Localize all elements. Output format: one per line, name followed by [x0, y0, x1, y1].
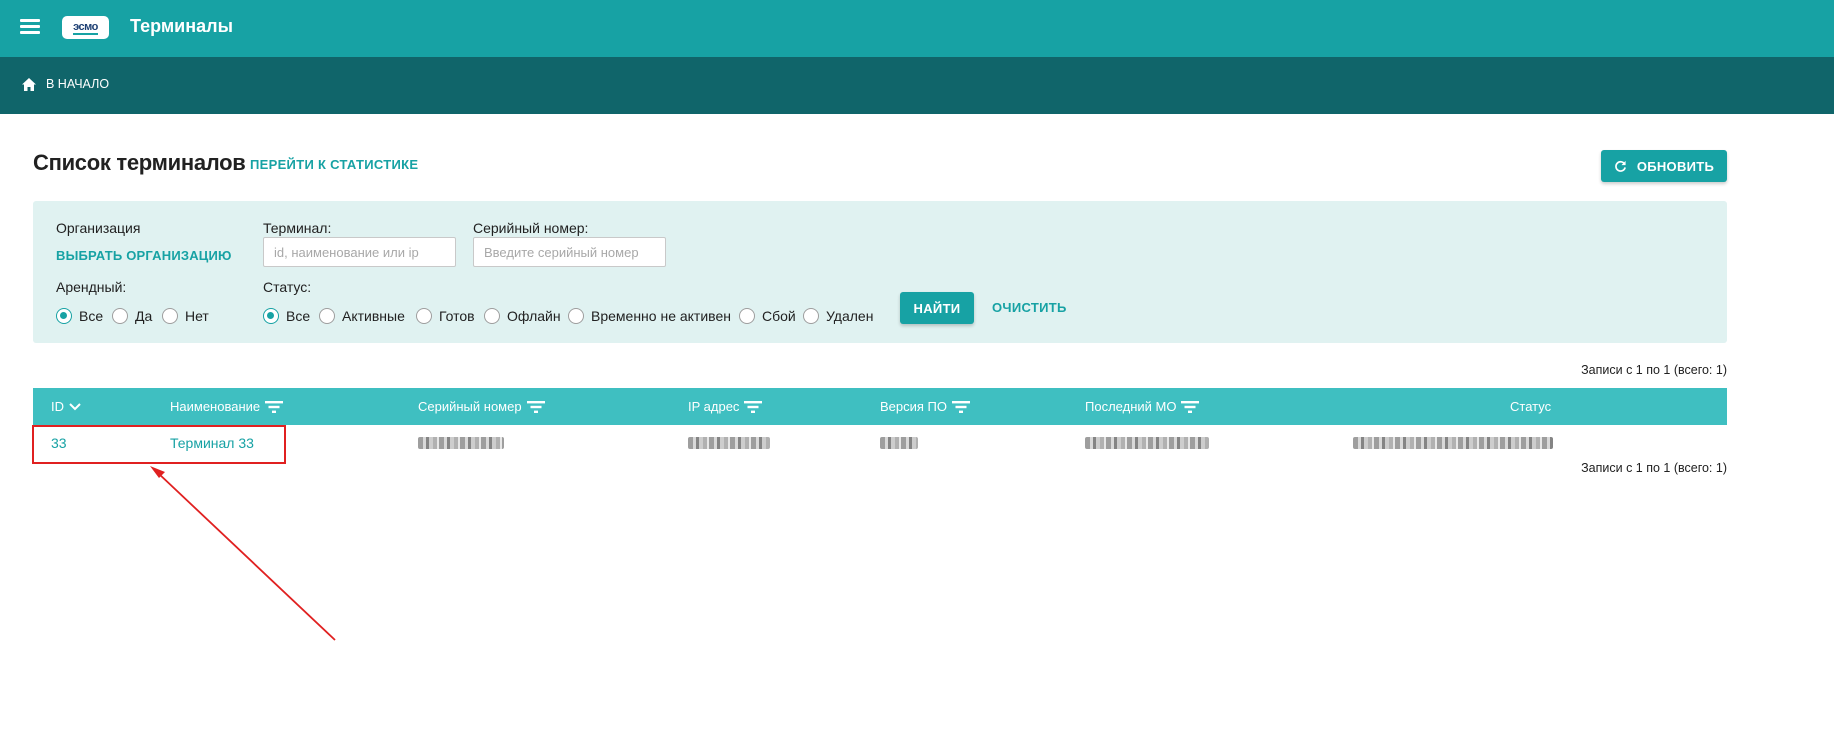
row-version-redacted: [880, 425, 918, 461]
radio-label: Готов: [439, 308, 475, 324]
terminal-input[interactable]: [263, 237, 456, 267]
column-version[interactable]: Версия ПО: [880, 388, 970, 425]
column-serial[interactable]: Серийный номер: [418, 388, 545, 425]
status-radio-ready[interactable]: Готов: [416, 308, 475, 324]
status-radio-temp-inactive[interactable]: Временно не активен: [568, 308, 731, 324]
serial-input[interactable]: [473, 237, 666, 267]
select-organization-link[interactable]: ВЫБРАТЬ ОРГАНИЗАЦИЮ: [56, 248, 232, 263]
rental-radio-all[interactable]: Все: [56, 308, 103, 324]
radio-label: Удален: [826, 308, 874, 324]
breadcrumb: В НАЧАЛО: [0, 57, 1834, 114]
rental-label: Арендный:: [56, 279, 127, 295]
filter-icon: [265, 400, 284, 413]
records-info-bottom: Записи с 1 по 1 (всего: 1): [1581, 461, 1727, 475]
radio-label: Все: [79, 308, 104, 324]
home-link-label: В НАЧАЛО: [46, 77, 110, 91]
status-radio-deleted[interactable]: Удален: [803, 308, 873, 324]
app-title: Терминалы: [130, 16, 233, 36]
radio-label: Все: [286, 308, 311, 324]
filter-icon: [526, 400, 545, 413]
annotation-highlight-box: [32, 425, 286, 464]
status-label: Статус:: [263, 279, 312, 295]
filter-panel: Организация ВЫБРАТЬ ОРГАНИЗАЦИЮ Терминал…: [33, 201, 1727, 343]
column-label: Серийный номер: [418, 399, 522, 414]
table-row[interactable]: 33 Терминал 33: [33, 425, 1727, 461]
row-ip-redacted: [688, 425, 770, 461]
refresh-button[interactable]: ОБНОВИТЬ: [1601, 150, 1727, 182]
app-header: эсмо Терминалы: [0, 0, 1834, 57]
home-icon: [22, 77, 36, 91]
column-label: Наименование: [170, 399, 261, 414]
rental-radio-no[interactable]: Нет: [162, 308, 209, 324]
radio-label: Нет: [185, 308, 209, 324]
status-radio-active[interactable]: Активные: [319, 308, 405, 324]
radio-label: Офлайн: [507, 308, 561, 324]
chevron-down-icon: [69, 402, 81, 410]
find-button[interactable]: НАЙТИ: [900, 292, 974, 324]
column-label: Статус: [1510, 399, 1552, 414]
table-header: ID Наименование Серийный номер IP адрес …: [33, 388, 1727, 425]
column-label: Последний МО: [1085, 399, 1177, 414]
radio-label: Сбой: [762, 308, 796, 324]
radio-label: Да: [135, 308, 153, 324]
column-label: ID: [51, 399, 64, 414]
column-last-mo[interactable]: Последний МО: [1085, 388, 1200, 425]
stats-link[interactable]: ПЕРЕЙТИ К СТАТИСТИКЕ: [250, 157, 418, 172]
filter-icon: [1181, 400, 1200, 413]
column-label: IP адрес: [688, 399, 740, 414]
rental-radio-yes[interactable]: Да: [112, 308, 152, 324]
records-info-top: Записи с 1 по 1 (всего: 1): [1581, 363, 1727, 377]
filter-icon: [744, 400, 763, 413]
row-last-mo-redacted: [1085, 425, 1209, 461]
row-serial-redacted: [418, 425, 504, 461]
serial-label: Серийный номер:: [473, 220, 589, 236]
refresh-icon: [1614, 160, 1626, 172]
filter-icon: [952, 400, 970, 413]
refresh-label: ОБНОВИТЬ: [1636, 158, 1715, 174]
row-status-redacted: [1353, 425, 1553, 461]
page-title: Список терминалов: [33, 150, 246, 175]
column-name[interactable]: Наименование: [170, 388, 284, 425]
status-radio-failure[interactable]: Сбой: [739, 308, 796, 324]
clear-button[interactable]: ОЧИСТИТЬ: [992, 300, 1067, 315]
column-id[interactable]: ID: [51, 388, 81, 425]
column-ip[interactable]: IP адрес: [688, 388, 763, 425]
column-status[interactable]: Статус: [1510, 388, 1551, 425]
radio-label: Временно не активен: [591, 308, 731, 324]
organization-label: Организация: [56, 220, 141, 236]
radio-label: Активные: [342, 308, 405, 324]
app-logo[interactable]: эсмо: [62, 16, 109, 39]
home-link[interactable]: В НАЧАЛО: [22, 77, 109, 91]
status-radio-offline[interactable]: Офлайн: [484, 308, 561, 324]
column-label: Версия ПО: [880, 399, 947, 414]
terminal-label: Терминал:: [263, 220, 332, 236]
menu-icon[interactable]: [20, 19, 40, 35]
status-radio-all[interactable]: Все: [263, 308, 310, 324]
